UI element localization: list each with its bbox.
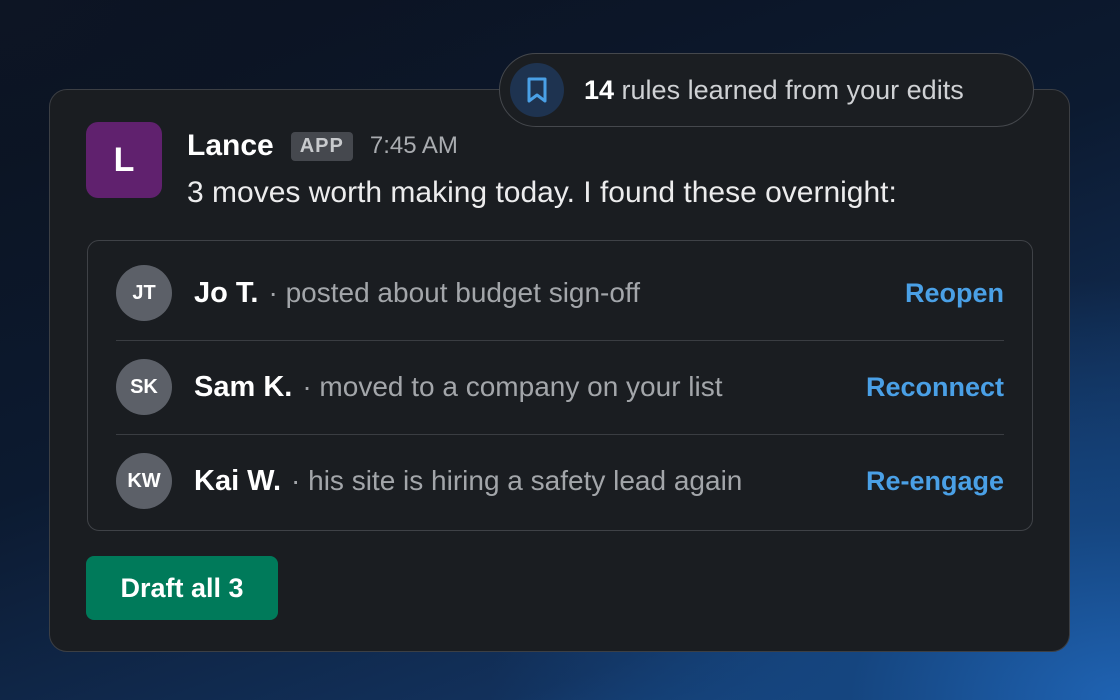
contact-activity: · his site is hiring a safety lead again (291, 465, 743, 496)
avatar-initials: KW (127, 469, 161, 492)
rules-label: rules learned from your edits (614, 74, 964, 105)
bookmark-icon (510, 63, 564, 117)
reconnect-button[interactable]: Reconnect (866, 372, 1004, 403)
re-engage-button[interactable]: Re-engage (866, 466, 1004, 497)
app-badge: APP (290, 131, 353, 161)
list-item: KW Kai W. · his site is hiring a safety … (116, 434, 1004, 528)
avatar-initials: SK (130, 375, 158, 398)
avatar[interactable]: SK (116, 359, 172, 415)
sender-name[interactable]: Lance (187, 129, 274, 163)
message-text: 3 moves worth making today. I found thes… (187, 176, 897, 209)
reopen-button[interactable]: Reopen (905, 278, 1004, 309)
message-timestamp[interactable]: 7:45 AM (370, 132, 458, 160)
contact-name: Jo T. (194, 276, 259, 309)
avatar[interactable]: JT (116, 265, 172, 321)
rules-count: 14 (584, 74, 615, 105)
avatar[interactable]: L (86, 122, 162, 198)
draft-all-button[interactable]: Draft all 3 (86, 556, 278, 620)
avatar[interactable]: KW (116, 453, 172, 509)
avatar-initials: JT (132, 281, 156, 304)
list-item: SK Sam K. · moved to a company on your l… (116, 340, 1004, 435)
list-item: JT Jo T. · posted about budget sign-off … (116, 246, 1004, 341)
avatar-initial: L (113, 140, 135, 179)
contact-activity: · moved to a company on your list (302, 371, 723, 402)
rules-learned-banner[interactable]: 14 rules learned from your edits (499, 53, 1034, 127)
contact-name: Kai W. (194, 464, 282, 497)
rules-learned-text: 14 rules learned from your edits (584, 75, 964, 106)
contact-activity: · posted about budget sign-off (268, 277, 641, 308)
message-header: Lance APP 7:45 AM (187, 126, 458, 166)
suggestion-list: JT Jo T. · posted about budget sign-off … (87, 240, 1033, 531)
contact-name: Sam K. (194, 370, 293, 403)
